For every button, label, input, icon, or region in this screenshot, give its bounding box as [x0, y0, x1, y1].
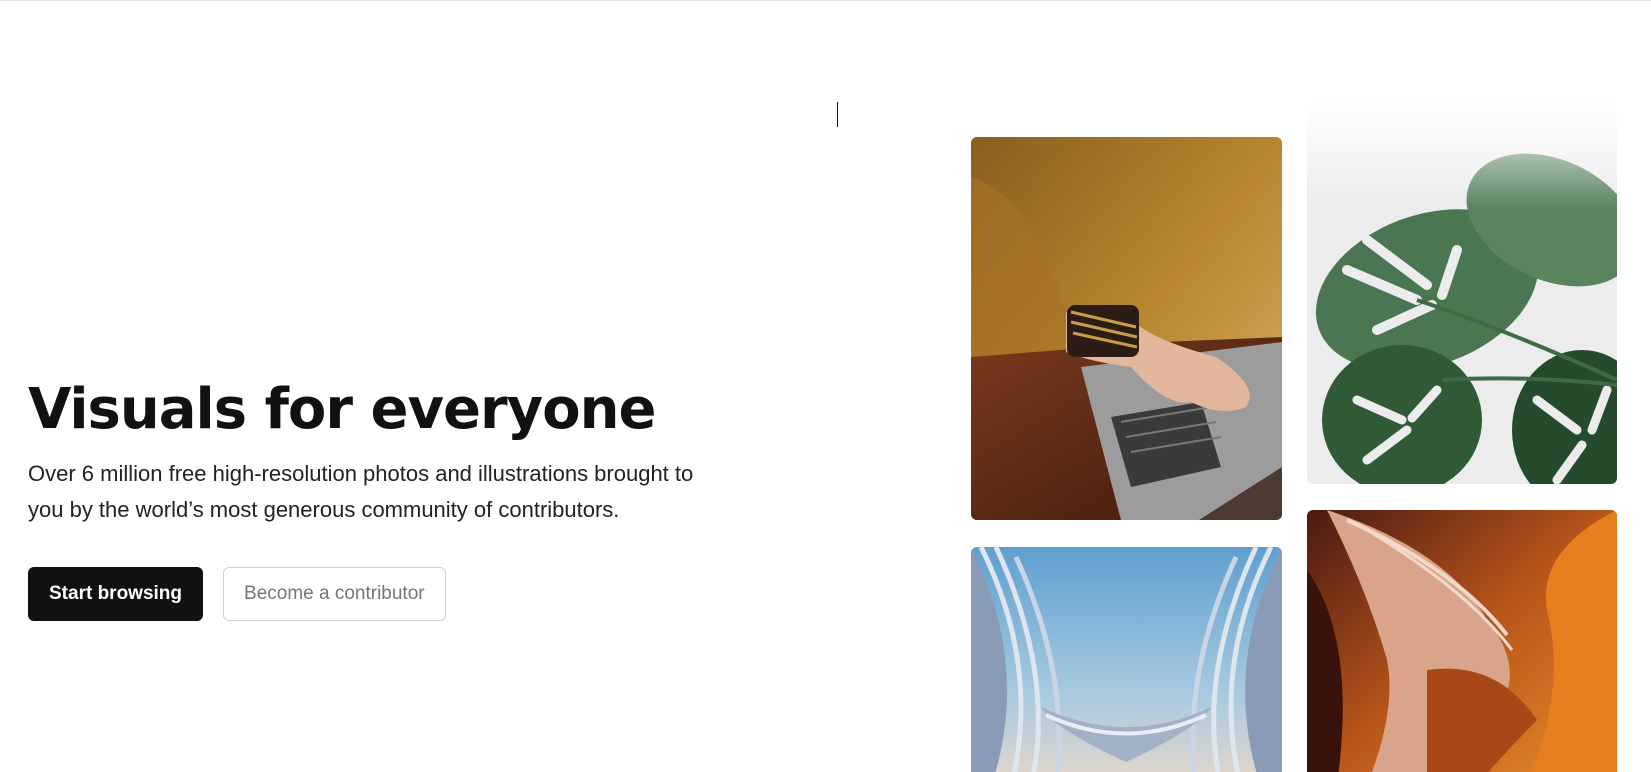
curved-building-photo[interactable] [971, 547, 1282, 772]
top-divider [0, 0, 1651, 1]
start-browsing-button[interactable]: Start browsing [28, 567, 204, 621]
sweater-laptop-photo[interactable] [971, 137, 1282, 520]
become-contributor-button[interactable]: Become a contributor [223, 567, 446, 621]
canyon-rock-photo[interactable] [1307, 510, 1617, 772]
page: Visuals for everyone Over 6 million free… [0, 0, 1651, 772]
monstera-leaf-photo[interactable] [1307, 100, 1617, 484]
hero-section: Visuals for everyone Over 6 million free… [28, 372, 748, 621]
text-cursor [837, 102, 838, 127]
hero-subtitle: Over 6 million free high-resolution phot… [28, 461, 694, 522]
hero-title: Visuals for everyone [28, 377, 656, 442]
hero-actions: Start browsing Become a contributor [28, 567, 748, 621]
